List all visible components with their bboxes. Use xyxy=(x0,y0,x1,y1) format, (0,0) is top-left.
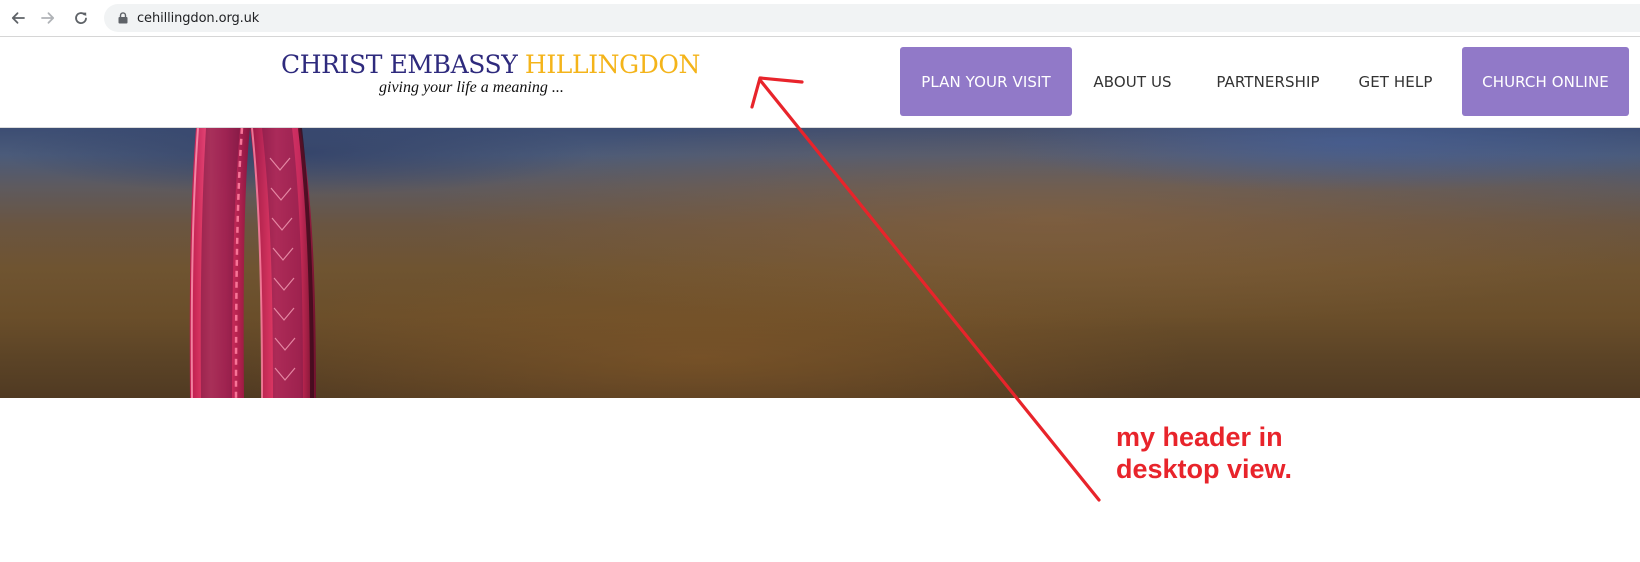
nav-plan-your-visit-button[interactable]: PLAN YOUR VISIT xyxy=(900,47,1072,116)
hero-banner-image xyxy=(0,128,1640,398)
logo-tagline: giving your life a meaning ... xyxy=(379,79,564,96)
logo-title: CHRIST EMBASSY HILLINGDON xyxy=(281,50,700,79)
back-arrow-icon[interactable] xyxy=(8,8,28,28)
logo-name-part2: HILLINGDON xyxy=(524,50,700,79)
lock-icon xyxy=(118,12,128,24)
forward-arrow-icon[interactable] xyxy=(38,8,58,28)
url-text[interactable]: cehillingdon.org.uk xyxy=(137,11,259,26)
annotation-note: my header in desktop view. xyxy=(1116,421,1292,485)
annotation-line-2: desktop view. xyxy=(1116,454,1293,484)
address-bar[interactable]: cehillingdon.org.uk xyxy=(104,4,1640,32)
nav-partnership-link[interactable]: PARTNERSHIP xyxy=(1193,47,1343,116)
reload-icon[interactable] xyxy=(71,8,91,28)
site-logo[interactable]: CHRIST EMBASSY HILLINGDON giving your li… xyxy=(281,50,700,97)
main-navigation: PLAN YOUR VISIT ABOUT US PARTNERSHIP GET… xyxy=(900,47,1629,116)
site-header: CHRIST EMBASSY HILLINGDON giving your li… xyxy=(0,37,1640,128)
browser-toolbar: cehillingdon.org.uk xyxy=(0,0,1640,37)
nav-about-us-link[interactable]: ABOUT US xyxy=(1072,47,1193,116)
logo-name-part1: CHRIST EMBASSY xyxy=(281,50,518,79)
ferris-wheel-lights-image xyxy=(189,128,316,398)
annotation-line-1: my header in xyxy=(1116,422,1283,452)
nav-church-online-button[interactable]: CHURCH ONLINE xyxy=(1462,47,1629,116)
nav-get-help-link[interactable]: GET HELP xyxy=(1343,47,1448,116)
